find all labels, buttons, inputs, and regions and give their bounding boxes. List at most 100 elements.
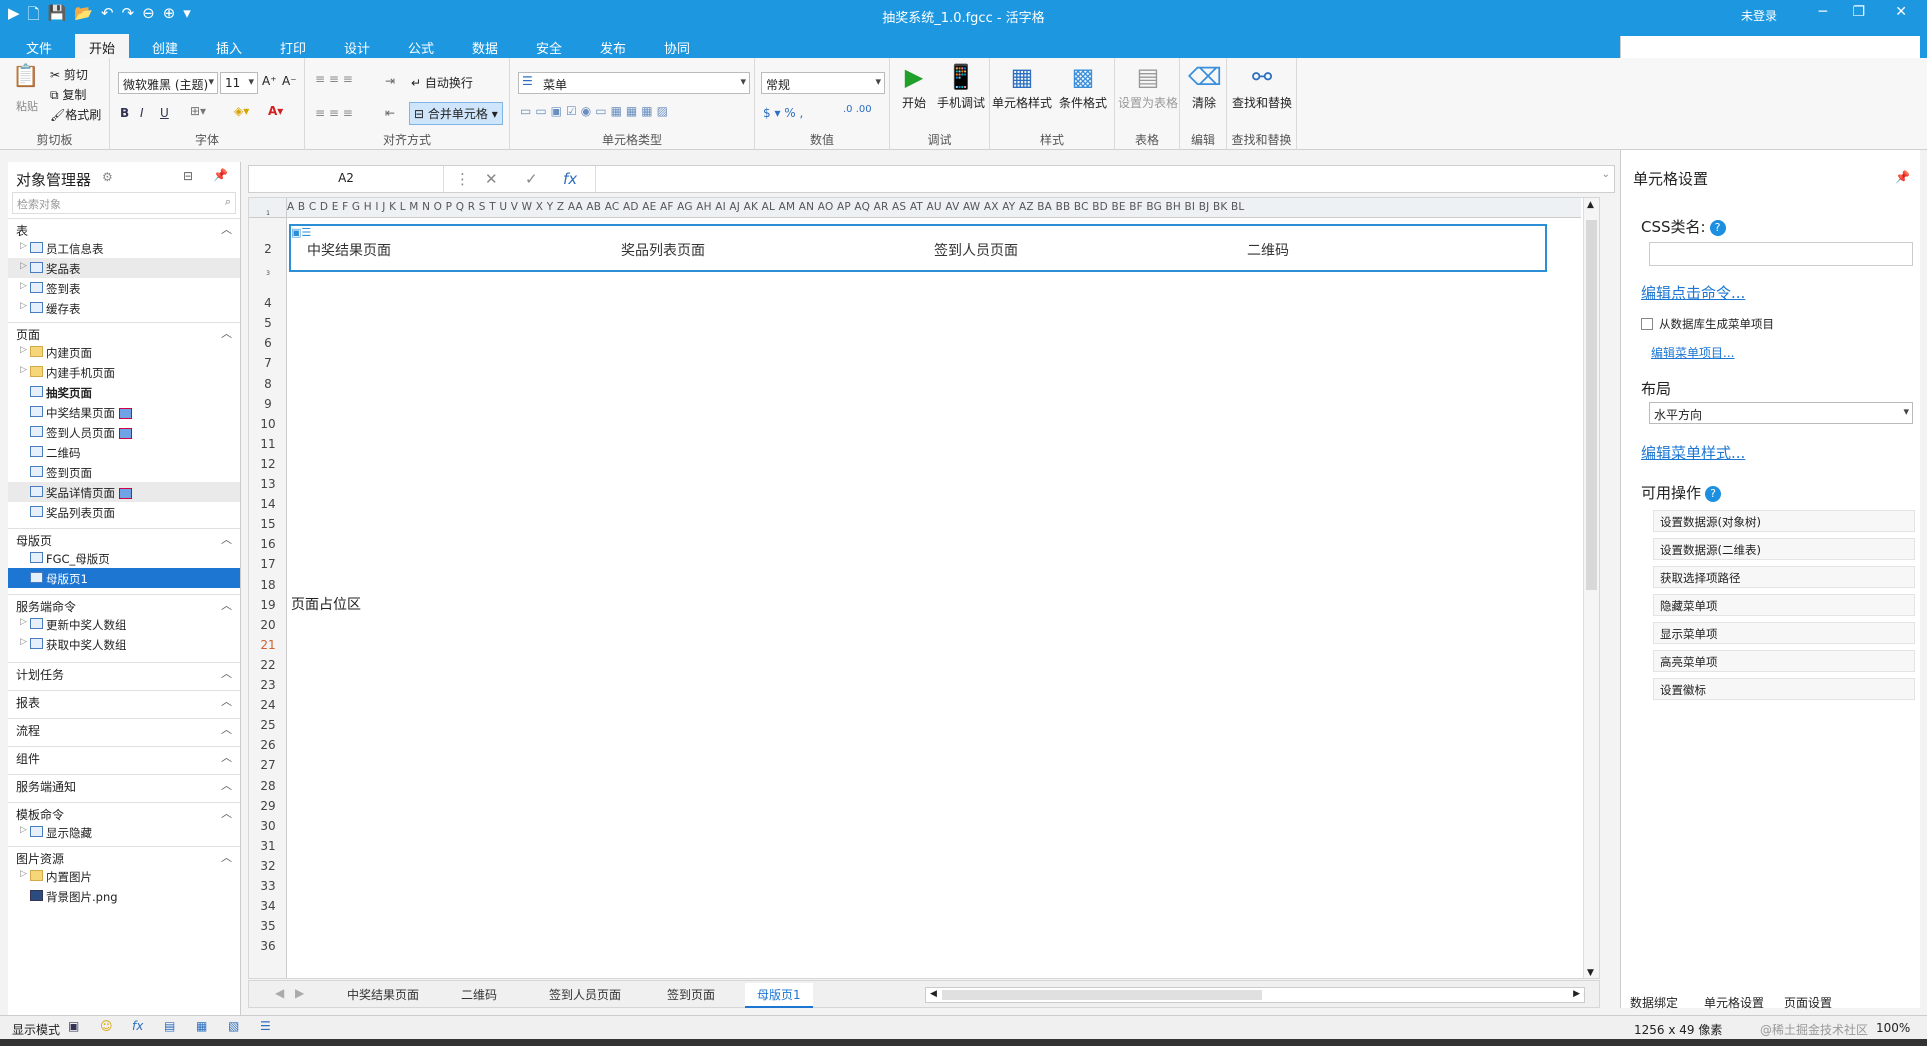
row-number[interactable]: 4 <box>249 296 287 310</box>
row-number[interactable]: 30 <box>249 819 287 833</box>
confirm-icon[interactable]: ✓ <box>525 170 538 188</box>
scroll-thumb[interactable] <box>1586 220 1597 590</box>
tab-security[interactable]: 安全 <box>536 38 562 57</box>
outdent-icon[interactable]: ⇤ <box>385 106 395 120</box>
scroll-left-icon[interactable]: ◀ <box>930 989 937 999</box>
cell-type-select[interactable]: 菜单 <box>518 72 750 94</box>
export-icon[interactable]: ▧ <box>228 1019 239 1033</box>
row-number[interactable]: 12 <box>249 457 287 471</box>
align-left-icon[interactable]: ≡ ≡ ≡ <box>315 106 353 120</box>
tab-next-icon[interactable]: ▶ <box>295 986 304 1000</box>
op-button[interactable]: 设置数据源(二维表) <box>1653 538 1915 560</box>
row-number[interactable]: 14 <box>249 497 287 511</box>
row-number[interactable]: 15 <box>249 517 287 531</box>
grow-font-icon[interactable]: A⁺ <box>262 74 277 88</box>
copy-button[interactable]: ⧉ 复制 <box>50 86 86 103</box>
tree-item-table[interactable]: ▷ 员工信息表 <box>8 238 240 258</box>
set-table-button[interactable]: ▤ 设置为表格 <box>1117 62 1179 111</box>
row-number[interactable]: 9 <box>249 397 287 411</box>
row-number[interactable]: 34 <box>249 899 287 913</box>
row-number[interactable]: 26 <box>249 738 287 752</box>
row-number[interactable]: 32 <box>249 859 287 873</box>
settings-icon[interactable]: ⚙ <box>102 170 113 184</box>
number-format-select[interactable]: 常规 <box>761 72 885 94</box>
restore-icon[interactable]: ❐ <box>1852 4 1865 20</box>
row-headers[interactable]: 1 2 3 4 5 6 7 8 9 10 11 12 13 14 15 16 17 18 19 20 21 22 23 24 2… <box>249 210 287 978</box>
tab-design[interactable]: 设计 <box>344 38 370 57</box>
sheet-tab-active[interactable]: 母版页1 <box>745 983 813 1008</box>
scroll-up-icon[interactable]: ▲ <box>1587 200 1594 210</box>
section-component[interactable]: 组件 ︿ <box>8 746 240 766</box>
tab-file[interactable]: 文件 <box>26 38 52 57</box>
mobile-debug-button[interactable]: 📱 手机调试 <box>934 62 988 111</box>
tree-item-command[interactable]: ▷ 更新中奖人数组 <box>8 614 240 634</box>
row-number[interactable]: 11 <box>249 437 287 451</box>
row-number[interactable]: 3 <box>249 270 287 277</box>
tree-item-page[interactable]: 奖品详情页面 <box>8 482 240 502</box>
sheet-tab[interactable]: 签到人员页面 <box>549 986 621 1003</box>
font-family-select[interactable]: 微软雅黑 (主题) <box>118 72 218 94</box>
tab-insert[interactable]: 插入 <box>216 38 242 57</box>
tree-item-page[interactable]: 抽奖页面 <box>8 382 240 402</box>
tree-item-command[interactable]: ▷ 获取中奖人数组 <box>8 634 240 654</box>
tree-item-template[interactable]: ▷ 显示隐藏 <box>8 822 240 842</box>
object-search-input[interactable]: 检索对象 ⌕ <box>12 192 236 214</box>
op-button[interactable]: 获取选择项路径 <box>1653 566 1915 588</box>
section-report[interactable]: 报表 ︿ <box>8 690 240 710</box>
op-button[interactable]: 设置数据源(对象树) <box>1653 510 1915 532</box>
op-button[interactable]: 设置徽标 <box>1653 678 1915 700</box>
row-number[interactable]: 31 <box>249 839 287 853</box>
tree-item-folder[interactable]: ▷ 内置图片 <box>8 866 240 886</box>
bold-icon[interactable]: B <box>120 106 129 120</box>
tab-page-settings[interactable]: 页面设置 <box>1784 994 1832 1011</box>
menu-item[interactable]: 签到人员页面 <box>934 240 1018 260</box>
sheet-tab[interactable]: 中奖结果页面 <box>347 986 419 1003</box>
scroll-down-icon[interactable]: ▼ <box>1587 968 1594 978</box>
tree-item-table[interactable]: ▷ 签到表 <box>8 278 240 298</box>
row-number[interactable]: 2 <box>249 242 287 256</box>
section-flow[interactable]: 流程 ︿ <box>8 718 240 738</box>
tree-item-page[interactable]: 签到页面 <box>8 462 240 482</box>
section-server-notify[interactable]: 服务端通知 ︿ <box>8 774 240 794</box>
row-number[interactable]: 23 <box>249 678 287 692</box>
op-button[interactable]: 高亮菜单项 <box>1653 650 1915 672</box>
currency-icon[interactable]: $ ▾ % , <box>763 106 803 120</box>
expand-formula-icon[interactable]: ⌄ <box>1602 169 1610 180</box>
tree-item-master-selected[interactable]: 母版页1 <box>8 568 240 588</box>
menu-item[interactable]: 奖品列表页面 <box>621 240 705 260</box>
tab-data[interactable]: 数据 <box>472 38 498 57</box>
list-view-icon[interactable]: ☰ <box>260 1019 271 1033</box>
collapse-all-icon[interactable]: ⊟ <box>183 169 193 183</box>
row-number[interactable]: 25 <box>249 718 287 732</box>
user-icon[interactable]: ☺ <box>100 1019 113 1033</box>
section-page[interactable]: 页面 ︿ <box>8 322 240 342</box>
tree-item-table[interactable]: ▷ 奖品表 <box>8 258 240 278</box>
row-number[interactable]: 21 <box>249 638 287 652</box>
sheet-tab[interactable]: 签到页面 <box>667 986 715 1003</box>
menu-cell[interactable]: ▣☰ 中奖结果页面 奖品列表页面 签到人员页面 二维码 <box>289 224 1547 272</box>
shrink-font-icon[interactable]: A⁻ <box>282 74 297 88</box>
help-icon[interactable]: ? <box>1705 486 1722 502</box>
formula-input[interactable] <box>595 166 1594 192</box>
fx-icon[interactable]: fx <box>563 170 577 188</box>
css-class-input[interactable] <box>1649 242 1913 266</box>
tab-cell-settings[interactable]: 单元格设置 <box>1704 994 1764 1011</box>
tab-home[interactable]: 开始 <box>75 34 130 58</box>
row-number[interactable]: 5 <box>249 316 287 330</box>
op-button[interactable]: 显示菜单项 <box>1653 622 1915 644</box>
cell-style-button[interactable]: ▦ 单元格样式 <box>990 62 1054 111</box>
hscroll-thumb[interactable] <box>942 990 1262 1000</box>
underline-icon[interactable]: U <box>160 106 169 120</box>
tree-item-master[interactable]: FGC_母版页 <box>8 548 240 568</box>
vertical-scrollbar[interactable]: ▲ ▼ <box>1583 198 1599 978</box>
decimal-icon[interactable]: .0 .00 <box>843 104 872 115</box>
paste-button[interactable]: 粘贴 <box>16 98 38 114</box>
tab-publish[interactable]: 发布 <box>600 38 626 57</box>
tab-prev-icon[interactable]: ◀ <box>275 986 284 1000</box>
from-db-checkbox-row[interactable]: 从数据库生成菜单项目 <box>1641 316 1774 332</box>
login-status[interactable]: 未登录 <box>1741 7 1777 24</box>
name-box[interactable]: A2 <box>249 166 444 192</box>
row-number[interactable]: 10 <box>249 417 287 431</box>
row-number[interactable]: 24 <box>249 698 287 712</box>
row-number[interactable]: 35 <box>249 919 287 933</box>
